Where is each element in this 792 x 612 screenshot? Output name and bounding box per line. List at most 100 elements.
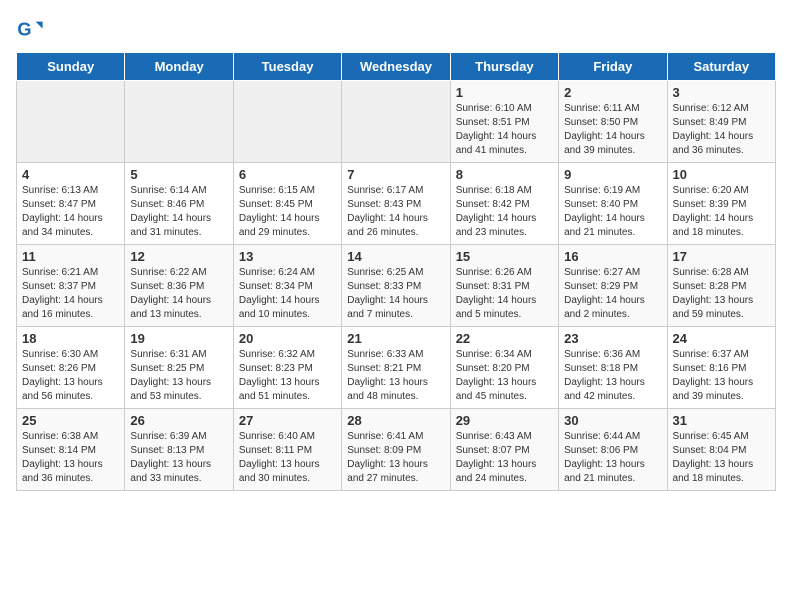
calendar-cell: 3 Sunrise: 6:12 AM Sunset: 8:49 PM Daylig… — [667, 81, 775, 163]
calendar-cell — [233, 81, 341, 163]
day-info: Sunrise: 6:32 AM Sunset: 8:23 PM Dayligh… — [239, 348, 336, 404]
calendar-cell: 30Sunrise: 6:44 AM Sunset: 8:06 PM Dayli… — [559, 409, 667, 491]
calendar-table: SundayMondayTuesdayWednesdayThursdayFrid… — [16, 52, 776, 491]
day-info: Sunrise: 6:45 AM Sunset: 8:04 PM Dayligh… — [673, 430, 770, 486]
day-info: Sunrise: 6:43 AM Sunset: 8:07 PM Dayligh… — [456, 430, 553, 486]
day-number: 13 — [239, 249, 336, 264]
calendar-cell: 10 Sunrise: 6:20 AM Sunset: 8:39 PM Dayli… — [667, 163, 775, 245]
day-number: 14 — [347, 249, 444, 264]
calendar-cell: 2 Sunrise: 6:11 AM Sunset: 8:50 PM Daylig… — [559, 81, 667, 163]
calendar-cell: 20 Sunrise: 6:32 AM Sunset: 8:23 PM Dayli… — [233, 327, 341, 409]
calendar-cell: 31 Sunrise: 6:45 AM Sunset: 8:04 PM Dayli… — [667, 409, 775, 491]
day-number: 27 — [239, 413, 336, 428]
calendar-cell — [342, 81, 450, 163]
day-info: Sunrise: 6:28 AM Sunset: 8:28 PM Dayligh… — [673, 266, 770, 322]
calendar-week-5: 25 Sunrise: 6:38 AM Sunset: 8:14 PM Dayli… — [17, 409, 776, 491]
calendar-cell: 22 Sunrise: 6:34 AM Sunset: 8:20 PM Dayli… — [450, 327, 558, 409]
day-info: Sunrise: 6:10 AM Sunset: 8:51 PM Dayligh… — [456, 102, 553, 158]
calendar-cell: 21 Sunrise: 6:33 AM Sunset: 8:21 PM Dayli… — [342, 327, 450, 409]
day-number: 22 — [456, 331, 553, 346]
day-number: 21 — [347, 331, 444, 346]
day-info: Sunrise: 6:11 AM Sunset: 8:50 PM Dayligh… — [564, 102, 661, 158]
column-header-saturday: Saturday — [667, 53, 775, 81]
logo-icon: G — [16, 16, 44, 44]
calendar-cell: 26Sunrise: 6:39 AM Sunset: 8:13 PM Dayli… — [125, 409, 233, 491]
column-header-thursday: Thursday — [450, 53, 558, 81]
day-number: 17 — [673, 249, 770, 264]
day-number: 6 — [239, 167, 336, 182]
day-number: 1 — [456, 85, 553, 100]
calendar-cell: 23 Sunrise: 6:36 AM Sunset: 8:18 PM Dayli… — [559, 327, 667, 409]
calendar-cell: 18 Sunrise: 6:30 AM Sunset: 8:26 PM Dayli… — [17, 327, 125, 409]
day-info: Sunrise: 6:27 AM Sunset: 8:29 PM Dayligh… — [564, 266, 661, 322]
day-info: Sunrise: 6:34 AM Sunset: 8:20 PM Dayligh… — [456, 348, 553, 404]
day-number: 25 — [22, 413, 119, 428]
logo: G — [16, 16, 48, 44]
day-info: Sunrise: 6:20 AM Sunset: 8:39 PM Dayligh… — [673, 184, 770, 240]
calendar-cell: 8 Sunrise: 6:18 AM Sunset: 8:42 PM Daylig… — [450, 163, 558, 245]
calendar-week-2: 4 Sunrise: 6:13 AM Sunset: 8:47 PM Daylig… — [17, 163, 776, 245]
day-info: Sunrise: 6:24 AM Sunset: 8:34 PM Dayligh… — [239, 266, 336, 322]
day-number: 8 — [456, 167, 553, 182]
day-number: 18 — [22, 331, 119, 346]
day-info: Sunrise: 6:25 AM Sunset: 8:33 PM Dayligh… — [347, 266, 444, 322]
svg-text:G: G — [17, 20, 31, 40]
day-number: 11 — [22, 249, 119, 264]
day-info: Sunrise: 6:17 AM Sunset: 8:43 PM Dayligh… — [347, 184, 444, 240]
day-number: 12 — [130, 249, 227, 264]
day-number: 23 — [564, 331, 661, 346]
calendar-cell: 19Sunrise: 6:31 AM Sunset: 8:25 PM Dayli… — [125, 327, 233, 409]
day-number: 2 — [564, 85, 661, 100]
calendar-cell: 29 Sunrise: 6:43 AM Sunset: 8:07 PM Dayli… — [450, 409, 558, 491]
day-info: Sunrise: 6:39 AM Sunset: 8:13 PM Dayligh… — [130, 430, 227, 486]
day-info: Sunrise: 6:37 AM Sunset: 8:16 PM Dayligh… — [673, 348, 770, 404]
calendar-cell: 9Sunrise: 6:19 AM Sunset: 8:40 PM Daylig… — [559, 163, 667, 245]
calendar-cell: 1 Sunrise: 6:10 AM Sunset: 8:51 PM Daylig… — [450, 81, 558, 163]
column-header-tuesday: Tuesday — [233, 53, 341, 81]
column-header-sunday: Sunday — [17, 53, 125, 81]
day-number: 16 — [564, 249, 661, 264]
calendar-cell: 12 Sunrise: 6:22 AM Sunset: 8:36 PM Dayli… — [125, 245, 233, 327]
calendar-cell: 13 Sunrise: 6:24 AM Sunset: 8:34 PM Dayli… — [233, 245, 341, 327]
day-number: 20 — [239, 331, 336, 346]
day-info: Sunrise: 6:14 AM Sunset: 8:46 PM Dayligh… — [130, 184, 227, 240]
day-number: 5 — [130, 167, 227, 182]
day-info: Sunrise: 6:18 AM Sunset: 8:42 PM Dayligh… — [456, 184, 553, 240]
calendar-cell: 17 Sunrise: 6:28 AM Sunset: 8:28 PM Dayli… — [667, 245, 775, 327]
day-info: Sunrise: 6:44 AM Sunset: 8:06 PM Dayligh… — [564, 430, 661, 486]
calendar-cell: 6Sunrise: 6:15 AM Sunset: 8:45 PM Daylig… — [233, 163, 341, 245]
calendar-cell: 11 Sunrise: 6:21 AM Sunset: 8:37 PM Dayli… — [17, 245, 125, 327]
column-header-monday: Monday — [125, 53, 233, 81]
day-number: 4 — [22, 167, 119, 182]
day-info: Sunrise: 6:26 AM Sunset: 8:31 PM Dayligh… — [456, 266, 553, 322]
day-number: 28 — [347, 413, 444, 428]
calendar-cell: 28 Sunrise: 6:41 AM Sunset: 8:09 PM Dayli… — [342, 409, 450, 491]
column-header-friday: Friday — [559, 53, 667, 81]
day-number: 31 — [673, 413, 770, 428]
calendar-cell: 25 Sunrise: 6:38 AM Sunset: 8:14 PM Dayli… — [17, 409, 125, 491]
calendar-cell: 7Sunrise: 6:17 AM Sunset: 8:43 PM Daylig… — [342, 163, 450, 245]
day-info: Sunrise: 6:30 AM Sunset: 8:26 PM Dayligh… — [22, 348, 119, 404]
day-info: Sunrise: 6:40 AM Sunset: 8:11 PM Dayligh… — [239, 430, 336, 486]
calendar-week-1: 1 Sunrise: 6:10 AM Sunset: 8:51 PM Daylig… — [17, 81, 776, 163]
day-number: 29 — [456, 413, 553, 428]
calendar-cell: 5 Sunrise: 6:14 AM Sunset: 8:46 PM Daylig… — [125, 163, 233, 245]
calendar-cell: 15Sunrise: 6:26 AM Sunset: 8:31 PM Dayli… — [450, 245, 558, 327]
calendar-cell: 16 Sunrise: 6:27 AM Sunset: 8:29 PM Dayli… — [559, 245, 667, 327]
column-header-wednesday: Wednesday — [342, 53, 450, 81]
day-info: Sunrise: 6:22 AM Sunset: 8:36 PM Dayligh… — [130, 266, 227, 322]
page-header: G — [16, 16, 776, 44]
calendar-week-3: 11 Sunrise: 6:21 AM Sunset: 8:37 PM Dayli… — [17, 245, 776, 327]
day-info: Sunrise: 6:36 AM Sunset: 8:18 PM Dayligh… — [564, 348, 661, 404]
day-info: Sunrise: 6:33 AM Sunset: 8:21 PM Dayligh… — [347, 348, 444, 404]
day-info: Sunrise: 6:38 AM Sunset: 8:14 PM Dayligh… — [22, 430, 119, 486]
day-number: 10 — [673, 167, 770, 182]
calendar-cell — [17, 81, 125, 163]
calendar-cell: 4 Sunrise: 6:13 AM Sunset: 8:47 PM Daylig… — [17, 163, 125, 245]
day-number: 3 — [673, 85, 770, 100]
day-info: Sunrise: 6:12 AM Sunset: 8:49 PM Dayligh… — [673, 102, 770, 158]
day-info: Sunrise: 6:21 AM Sunset: 8:37 PM Dayligh… — [22, 266, 119, 322]
calendar-week-4: 18 Sunrise: 6:30 AM Sunset: 8:26 PM Dayli… — [17, 327, 776, 409]
day-info: Sunrise: 6:41 AM Sunset: 8:09 PM Dayligh… — [347, 430, 444, 486]
day-info: Sunrise: 6:13 AM Sunset: 8:47 PM Dayligh… — [22, 184, 119, 240]
